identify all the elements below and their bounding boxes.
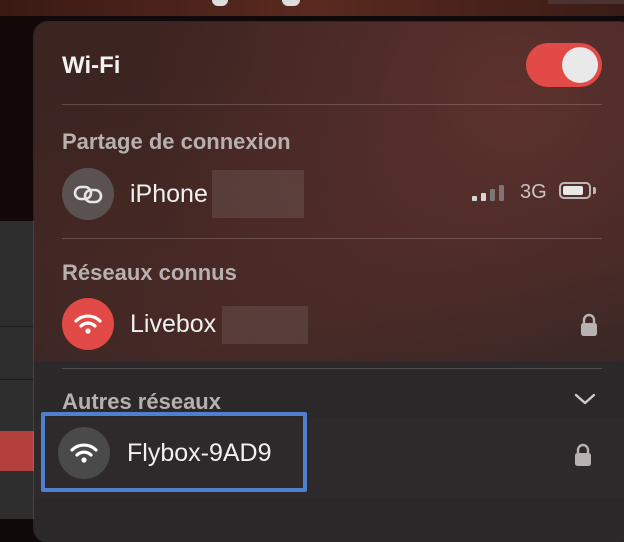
toggle-knob <box>562 47 598 83</box>
menubar-glyph <box>548 0 624 4</box>
known-networks-section-label: Réseaux connus <box>62 260 237 285</box>
lock-icon <box>574 443 592 472</box>
known-network-livebox-row[interactable]: Livebox <box>62 298 602 350</box>
desktop-menubar-fragment <box>0 0 624 16</box>
divider <box>62 238 602 239</box>
redacted-region <box>212 170 304 218</box>
hotspot-device-name: iPhone <box>130 180 208 208</box>
focus-highlight-box <box>41 412 307 492</box>
network-name: Livebox <box>130 310 217 338</box>
wifi-icon <box>62 298 114 350</box>
link-icon <box>62 168 114 220</box>
menubar-glyph <box>212 0 228 6</box>
wifi-menu-panel: Wi-Fi Partage de connexion iPhone 3G Rés… <box>34 22 624 542</box>
battery-icon <box>559 182 591 199</box>
divider <box>62 104 602 105</box>
wifi-toggle[interactable] <box>526 43 602 87</box>
hotspot-iphone-row[interactable]: iPhone 3G <box>62 168 602 220</box>
hotspot-section-label: Partage de connexion <box>62 129 291 154</box>
redacted-region <box>222 306 308 344</box>
menubar-glyph <box>282 0 300 6</box>
chevron-down-icon[interactable] <box>574 392 596 411</box>
wifi-title: Wi-Fi <box>62 52 121 79</box>
battery-tip <box>593 187 596 194</box>
cellular-signal-icon <box>472 185 508 201</box>
lock-icon <box>580 313 598 342</box>
network-type-label: 3G <box>520 181 547 203</box>
divider <box>62 368 602 369</box>
